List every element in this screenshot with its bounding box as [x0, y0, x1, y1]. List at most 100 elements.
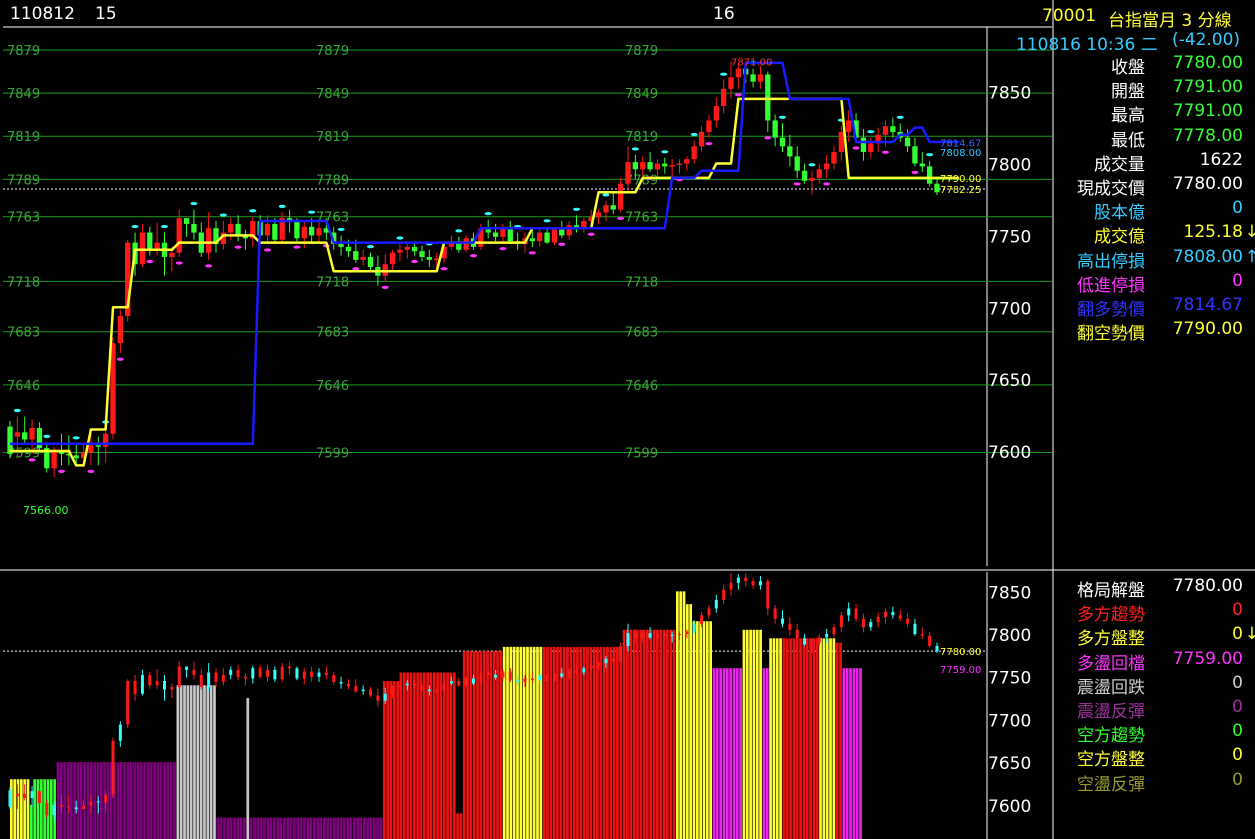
pattern-bar — [762, 668, 766, 839]
sub-candle — [37, 791, 41, 804]
candle — [713, 106, 719, 121]
pattern-bar — [86, 762, 90, 839]
pattern-bar — [676, 591, 679, 839]
low-dot — [87, 469, 95, 473]
pattern-bar — [745, 629, 749, 839]
grid-label: 7789 — [316, 173, 349, 188]
pattern-bar — [392, 681, 396, 839]
pattern-bar — [196, 685, 200, 839]
pattern-bar — [852, 668, 856, 839]
quote-value: 125.18 — [1183, 222, 1243, 243]
high-dot — [455, 229, 463, 233]
pattern-bar — [449, 672, 453, 839]
pattern-row: 多方趨勢 0 — [1058, 600, 1255, 626]
candle — [228, 223, 234, 233]
pattern-bar — [672, 629, 676, 839]
high-dot — [308, 210, 316, 214]
pattern-bar — [29, 804, 33, 839]
sub-candle — [96, 801, 100, 803]
pattern-label: 多方趨勢 — [1077, 605, 1145, 626]
pattern-bar — [572, 646, 576, 839]
pattern-bar — [326, 817, 330, 839]
high-dot — [367, 245, 374, 249]
price-annotation: 7808.00 — [940, 148, 981, 159]
high-dot — [867, 130, 875, 134]
sub-candle — [832, 627, 836, 635]
pattern-bar — [269, 817, 273, 839]
pattern-bar — [229, 817, 233, 839]
quote-label: 收盤 — [1111, 58, 1145, 78]
pattern-bar — [209, 685, 213, 839]
pattern-bar — [436, 672, 439, 839]
candle — [382, 264, 388, 276]
low-dot — [617, 216, 625, 221]
pattern-bar — [116, 762, 120, 839]
y-axis-label: 7850 — [988, 583, 1031, 603]
pattern-bar — [69, 762, 73, 839]
pattern-bar — [482, 651, 486, 839]
low-dot — [175, 261, 183, 265]
sub-candle — [324, 672, 328, 676]
pattern-bar — [402, 672, 406, 839]
candle — [117, 315, 124, 344]
pattern-bar — [26, 779, 30, 839]
pattern-bar — [855, 668, 859, 839]
high-dot — [484, 212, 492, 216]
pattern-bar — [496, 651, 499, 839]
sub-candle — [530, 678, 534, 681]
pattern-bar — [822, 638, 826, 839]
pattern-bar — [56, 762, 60, 839]
quote-row: 最高 7791.00 — [1058, 101, 1255, 126]
pattern-bar — [506, 646, 509, 839]
low-dot — [558, 242, 566, 246]
high-dot — [926, 153, 934, 157]
pattern-bar — [839, 642, 842, 839]
candle — [537, 232, 543, 242]
grid-label: 7599 — [316, 446, 349, 461]
grid-label: 7718 — [625, 275, 658, 290]
sub-candle — [685, 631, 689, 635]
pattern-bar — [589, 646, 593, 839]
sub-candle — [449, 681, 453, 684]
pattern-bar — [752, 629, 756, 839]
pattern-label: 空盪反彈 — [1077, 774, 1145, 795]
pattern-bar — [236, 817, 240, 839]
price-annotation: 7790.00 — [940, 174, 981, 185]
candle — [669, 164, 675, 167]
pattern-bar — [669, 629, 673, 839]
pattern-bar — [616, 646, 619, 839]
pattern-bar — [299, 817, 303, 839]
quote-row: 開盤 7791.00 — [1058, 77, 1255, 102]
low-dot — [852, 146, 860, 150]
pattern-bar — [499, 651, 503, 839]
pattern-bar — [296, 817, 300, 839]
sub-candle — [898, 615, 902, 619]
pattern-bar — [133, 762, 136, 839]
sub-candle — [346, 683, 350, 687]
sub-candle — [538, 675, 542, 681]
grid-label: 7646 — [625, 379, 658, 394]
pattern-bar — [163, 762, 166, 839]
candle — [353, 251, 359, 260]
candle — [367, 256, 374, 268]
sub-candle — [30, 791, 34, 799]
low-dot — [823, 182, 831, 186]
pattern-bar — [779, 638, 782, 839]
pattern-bar — [446, 672, 449, 839]
high-dot — [43, 434, 51, 438]
quote-row: 成交億 125.18 ↓ — [1058, 222, 1255, 247]
pattern-bar — [243, 817, 246, 839]
sub-candle — [670, 634, 674, 636]
candle — [360, 256, 366, 260]
pattern-bar — [146, 762, 150, 839]
pattern-bar — [772, 638, 776, 839]
sub-candle — [501, 671, 505, 678]
pattern-bar — [805, 638, 809, 839]
pattern-bar — [356, 817, 360, 839]
candle — [691, 146, 697, 160]
pattern-label: 空方趨勢 — [1077, 726, 1145, 747]
sub-candle — [700, 615, 704, 624]
candle — [22, 432, 28, 440]
pattern-value: 0 — [1232, 745, 1243, 766]
pattern-bar — [526, 646, 529, 839]
